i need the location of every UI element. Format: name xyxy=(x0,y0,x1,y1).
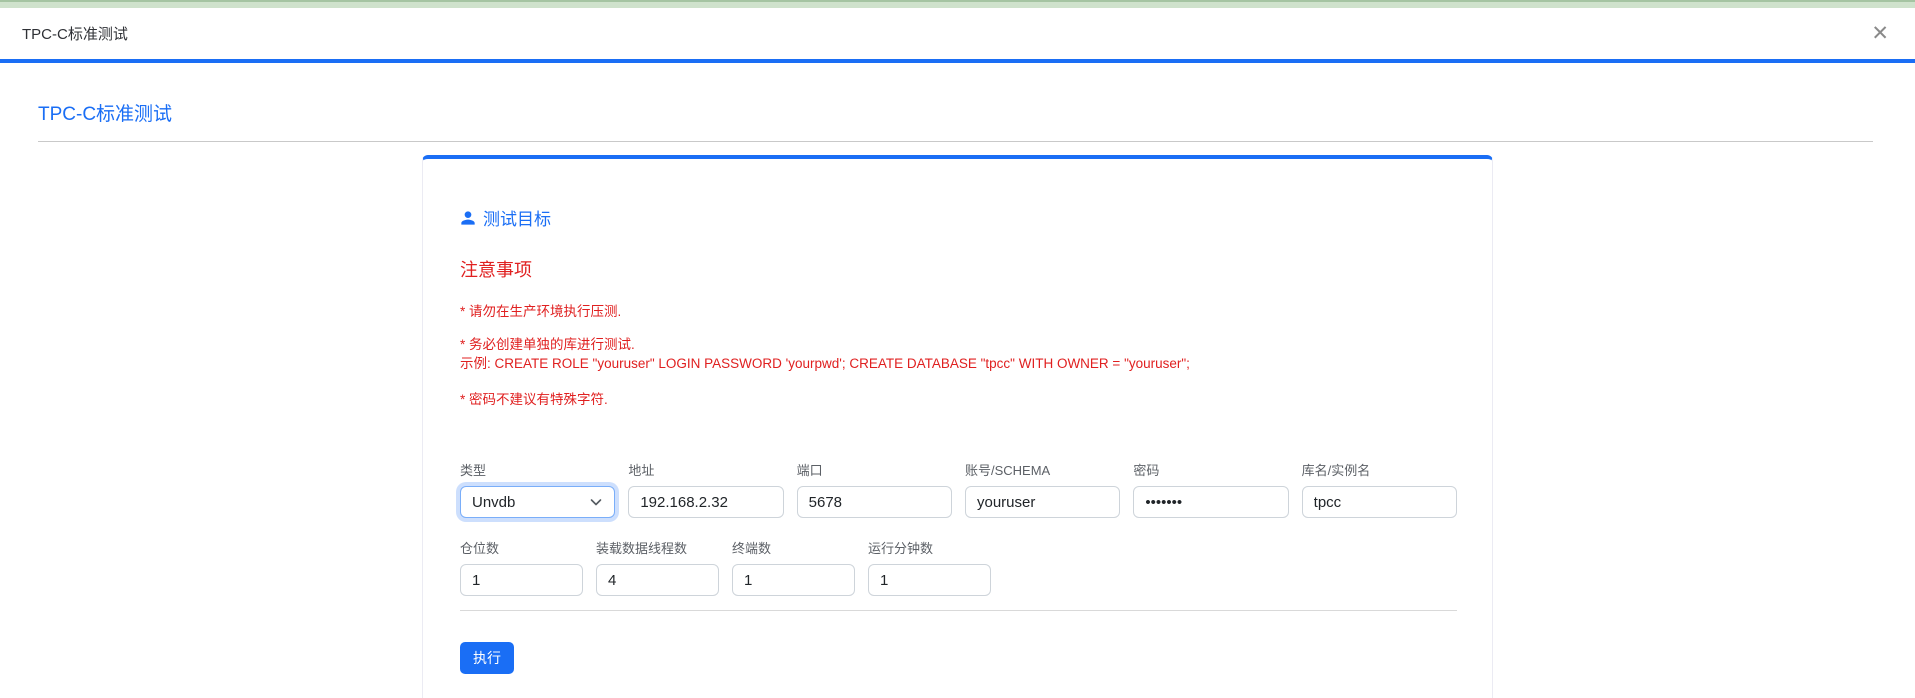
notes-heading: 注意事项 xyxy=(460,260,532,280)
run-minutes-input[interactable] xyxy=(868,564,991,596)
password-label: 密码 xyxy=(1133,463,1160,478)
address-label: 地址 xyxy=(628,463,655,478)
field-dbname: 库名/实例名 xyxy=(1301,460,1457,518)
address-input[interactable] xyxy=(628,486,784,518)
person-icon xyxy=(461,210,475,225)
port-label: 端口 xyxy=(796,463,823,478)
field-terminals: 终端数 xyxy=(732,538,855,596)
load-threads-input[interactable] xyxy=(596,564,719,596)
run-minutes-label: 运行分钟数 xyxy=(868,541,934,556)
warehouses-label: 仓位数 xyxy=(460,541,500,556)
field-run-minutes: 运行分钟数 xyxy=(868,538,991,596)
chevron-down-icon xyxy=(591,499,602,506)
field-account: 账号/SCHEMA xyxy=(964,460,1121,518)
parameters-form-row: 仓位数 装载数据线程数 终端数 运行分钟数 xyxy=(460,538,1457,596)
execute-button[interactable]: 执行 xyxy=(460,642,514,674)
warehouses-input[interactable] xyxy=(460,564,583,596)
field-warehouses: 仓位数 xyxy=(460,538,583,596)
note-line: * 务必创建单独的库进行测试. 示例: CREATE ROLE "youruse… xyxy=(460,335,1457,373)
terminals-input[interactable] xyxy=(732,564,855,596)
field-port: 端口 xyxy=(796,460,952,518)
field-load-threads: 装载数据线程数 xyxy=(596,538,719,596)
heading-divider xyxy=(38,141,1873,142)
note-line-text: * 务必创建单独的库进行测试. xyxy=(460,337,635,352)
section-title: 测试目标 xyxy=(460,205,1457,230)
password-input[interactable] xyxy=(1133,486,1289,518)
close-icon[interactable]: ✕ xyxy=(1867,19,1893,48)
field-address: 地址 xyxy=(628,460,784,518)
load-threads-label: 装载数据线程数 xyxy=(596,541,688,556)
type-label: 类型 xyxy=(460,463,487,478)
page-title: TPC-C标准测试 xyxy=(38,104,173,125)
dbname-label: 库名/实例名 xyxy=(1301,463,1371,478)
note-line: * 密码不建议有特殊字符. xyxy=(460,392,608,407)
terminals-label: 终端数 xyxy=(732,541,772,556)
page-content: TPC-C标准测试 测试目标 注意事项 * 请勿在生产环境执行压测. * 务必创… xyxy=(0,99,1915,698)
modal-header: TPC-C标准测试 ✕ xyxy=(0,8,1915,63)
form-divider xyxy=(460,610,1457,611)
top-accent-strip xyxy=(0,0,1915,8)
section-title-label: 测试目标 xyxy=(483,210,551,229)
type-select-value: Unvdb xyxy=(472,493,516,511)
connection-form-row: 类型 Unvdb 地址 端口 账号/SCHEMA xyxy=(460,460,1457,518)
field-type: 类型 Unvdb xyxy=(460,460,616,518)
port-input[interactable] xyxy=(796,486,952,518)
test-target-card: 测试目标 注意事项 * 请勿在生产环境执行压测. * 务必创建单独的库进行测试.… xyxy=(422,155,1493,698)
dbname-input[interactable] xyxy=(1301,486,1457,518)
field-password: 密码 xyxy=(1133,460,1289,518)
note-line: * 请勿在生产环境执行压测. xyxy=(460,304,622,319)
note-example-text: 示例: CREATE ROLE "youruser" LOGIN PASSWOR… xyxy=(460,356,1190,371)
account-label: 账号/SCHEMA xyxy=(964,463,1051,478)
type-select[interactable]: Unvdb xyxy=(460,486,616,518)
modal-title: TPC-C标准测试 xyxy=(22,26,128,43)
account-input[interactable] xyxy=(964,486,1121,518)
